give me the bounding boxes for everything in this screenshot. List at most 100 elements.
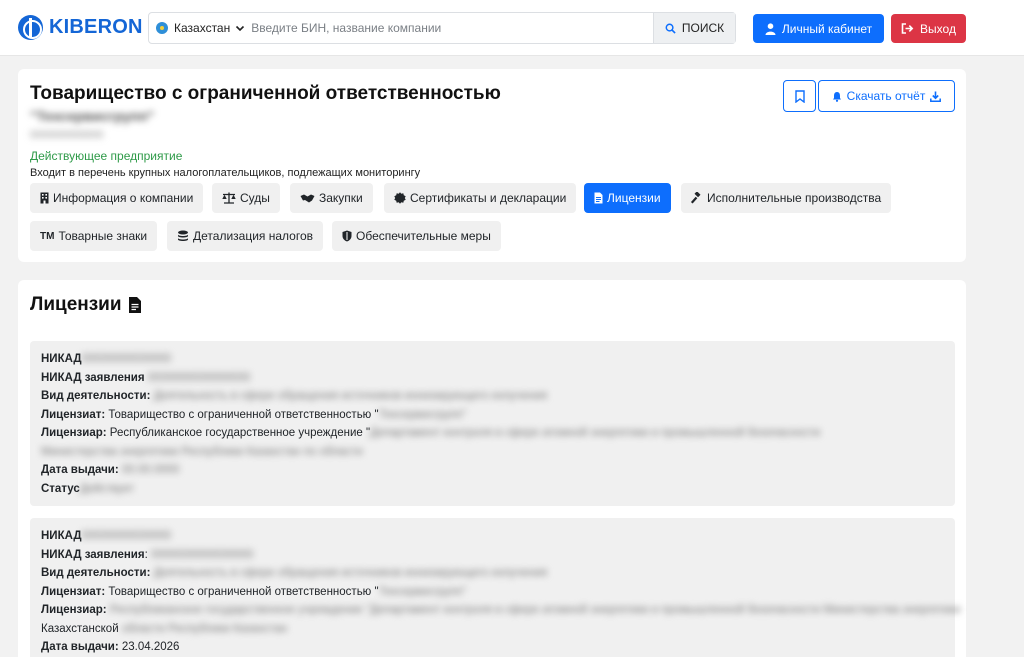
tab-label: Лицензии <box>607 191 661 205</box>
tab-label: Товарные знаки <box>58 229 148 243</box>
license-licensee-blurred: Техсервисгрупп" <box>378 585 467 598</box>
tab-security-measures[interactable]: Обеспечительные меры <box>332 221 501 251</box>
label-licensor: Лицензиар: <box>41 427 107 439</box>
search-button[interactable]: ПОИСК <box>653 13 735 43</box>
license-licensor-value: Республиканское государственное учрежден… <box>109 427 371 439</box>
license-issue-date-row: Дата выдачи: 23.04.2026 <box>41 638 944 657</box>
tab-trademarks[interactable]: TM Товарные знаки <box>30 221 158 251</box>
tab-label: Исполнительные производства <box>707 191 882 205</box>
tab-label: Обеспечительные меры <box>356 229 491 243</box>
company-title: Товарищество с ограниченной ответственно… <box>30 83 501 104</box>
license-licensor-cont-blurred: области Республики Казахстан <box>121 622 288 635</box>
license-nikad-app-value: 0000000000000000 <box>147 371 251 384</box>
license-nikad-row: НИКАД00000000000000 <box>41 350 944 369</box>
personal-cabinet-button[interactable]: Личный кабинет <box>753 14 884 43</box>
coins-icon <box>178 230 188 241</box>
trademark-icon: TM <box>40 230 55 242</box>
license-activity-value: Деятельность в сфере обращения источнико… <box>153 567 548 579</box>
tab-label: Информация о компании <box>53 191 194 205</box>
tab-company-info[interactable]: Информация о компании <box>30 183 204 213</box>
licenses-heading-text: Лицензии <box>30 294 122 315</box>
company-name-blurred: "Техсервисгрупп" <box>30 108 155 124</box>
license-licensee-blurred: Техсервисгрупп" <box>378 408 467 421</box>
kazakhstan-flag-icon <box>156 22 168 34</box>
license-licensor-row: Лицензиар: Республиканское государственн… <box>41 424 891 461</box>
license-licensee-value: Товарищество с ограниченной ответственно… <box>108 585 379 598</box>
licenses-section: Лицензии НИКАД00000000000000 НИКАД заявл… <box>18 280 966 657</box>
label-nikad-app: НИКАД заявления <box>41 371 145 384</box>
license-licensor-cont-row: Казахстанской области Республики Казахст… <box>41 620 944 639</box>
chevron-down-icon <box>236 25 245 32</box>
label-activity: Вид деятельности: <box>41 390 151 402</box>
user-icon <box>765 22 776 35</box>
license-nikad-app-row: НИКАД заявления 0000000000000000 <box>41 369 944 388</box>
label-nikad: НИКАД <box>41 353 82 365</box>
company-id-blurred: 000000000000 <box>30 129 104 141</box>
top-navbar: KIBERON Казахстан ПОИСК Личный кабинет В… <box>0 0 1024 56</box>
license-nikad-value: 00000000000000 <box>81 530 172 542</box>
license-licensor-row: Лицензиар: Республиканское государственн… <box>41 601 961 620</box>
file-icon <box>128 297 141 313</box>
license-licensee-row: Лицензиат: Товарищество с ограниченной о… <box>41 406 944 425</box>
license-activity-row: Вид деятельности: Деятельность в сфере о… <box>41 564 944 583</box>
tax-monitoring-note: Входит в перечень крупных налогоплательщ… <box>30 167 421 179</box>
tab-enforcement[interactable]: Исполнительные производства <box>681 183 892 213</box>
license-issue-date-value: 23.04.2026 <box>121 641 180 653</box>
license-issue-date-row: Дата выдачи: 00.00.0000 <box>41 461 944 480</box>
bookmark-icon <box>794 89 805 103</box>
certificate-icon <box>394 192 406 204</box>
license-licensee-row: Лицензиат: Товарищество с ограниченной о… <box>41 583 944 602</box>
brand-logo[interactable]: KIBERON <box>18 15 143 40</box>
label-licensee: Лицензиат: <box>41 585 106 598</box>
label-nikad-app: НИКАД заявления <box>41 548 145 561</box>
company-card: Товарищество с ограниченной ответственно… <box>18 69 966 262</box>
company-status: Действующее предприятие <box>30 149 183 163</box>
label-activity: Вид деятельности: <box>41 567 151 579</box>
license-card: НИКАД00000000000000 НИКАД заявления: 000… <box>30 518 961 657</box>
label-licensor: Лицензиар: <box>41 604 107 616</box>
search-button-label: ПОИСК <box>681 21 725 35</box>
download-report-label: Скачать отчёт <box>846 89 926 103</box>
license-activity-value: Деятельность в сфере обращения источнико… <box>153 390 548 402</box>
license-nikad-row: НИКАД00000000000000 <box>41 527 944 546</box>
search-icon <box>665 23 676 34</box>
license-status-value: Действует <box>79 482 135 495</box>
license-licensor-blurred: Республиканское государственное учрежден… <box>109 604 961 616</box>
tab-label: Закупки <box>319 191 363 205</box>
tab-procurement[interactable]: Закупки <box>290 183 373 213</box>
logout-button[interactable]: Выход <box>891 14 966 43</box>
tab-certificates[interactable]: Сертификаты и декларации <box>384 183 577 213</box>
search-input[interactable] <box>251 21 652 35</box>
tab-label: Суды <box>240 191 270 205</box>
label-licensee: Лицензиат: <box>41 408 106 421</box>
scales-icon <box>222 192 236 204</box>
license-status-row: СтатусДействует <box>41 480 944 499</box>
license-activity-row: Вид деятельности: Деятельность в сфере о… <box>41 387 944 406</box>
license-issue-date-value: 00.00.0000 <box>121 464 180 476</box>
tab-label: Детализация налогов <box>193 229 313 243</box>
logout-label: Выход <box>920 21 956 36</box>
license-nikad-value: 00000000000000 <box>81 353 172 365</box>
licenses-heading: Лицензии <box>30 294 142 316</box>
brand-logo-icon <box>18 15 43 40</box>
license-nikad-app-value: 0000000000000000 <box>150 548 254 561</box>
license-nikad-app-row: НИКАД заявления: 0000000000000000 <box>41 548 254 561</box>
label-issue-date: Дата выдачи: <box>41 464 119 476</box>
license-licensor-cont: Казахстанской <box>41 622 119 635</box>
license-card: НИКАД00000000000000 НИКАД заявления 0000… <box>30 341 955 506</box>
download-report-button[interactable]: Скачать отчёт <box>818 80 955 112</box>
label-nikad: НИКАД <box>41 530 82 542</box>
label-status: Статус <box>41 482 80 495</box>
search-bar: Казахстан ПОИСК <box>148 12 736 44</box>
tab-courts[interactable]: Суды <box>212 183 280 213</box>
bookmark-button[interactable] <box>783 80 816 112</box>
tab-licenses[interactable]: Лицензии <box>584 183 671 213</box>
country-select[interactable]: Казахстан <box>149 13 245 43</box>
handshake-icon <box>300 194 315 203</box>
gavel-icon <box>691 192 701 204</box>
brand-name: KIBERON <box>49 16 143 38</box>
shield-icon <box>342 230 352 242</box>
bell-icon <box>832 91 841 102</box>
tab-tax-details[interactable]: Детализация налогов <box>167 221 323 251</box>
license-licensee-value: Товарищество с ограниченной ответственно… <box>108 408 379 421</box>
